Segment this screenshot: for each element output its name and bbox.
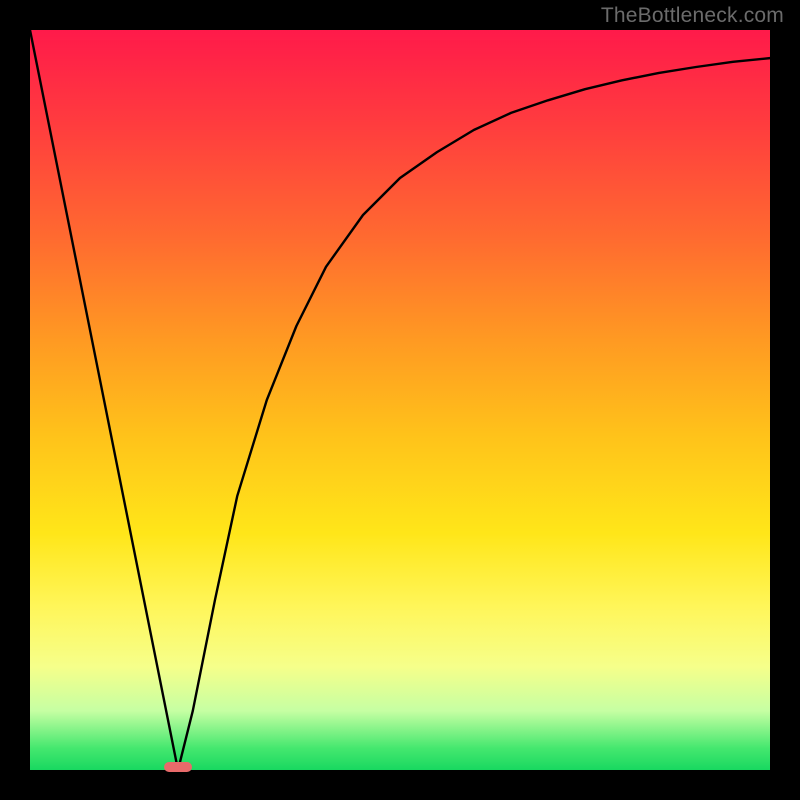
bottleneck-marker xyxy=(164,762,192,772)
chart-frame xyxy=(30,30,770,770)
chart-gradient-bg xyxy=(30,30,770,770)
watermark-text: TheBottleneck.com xyxy=(601,4,784,28)
